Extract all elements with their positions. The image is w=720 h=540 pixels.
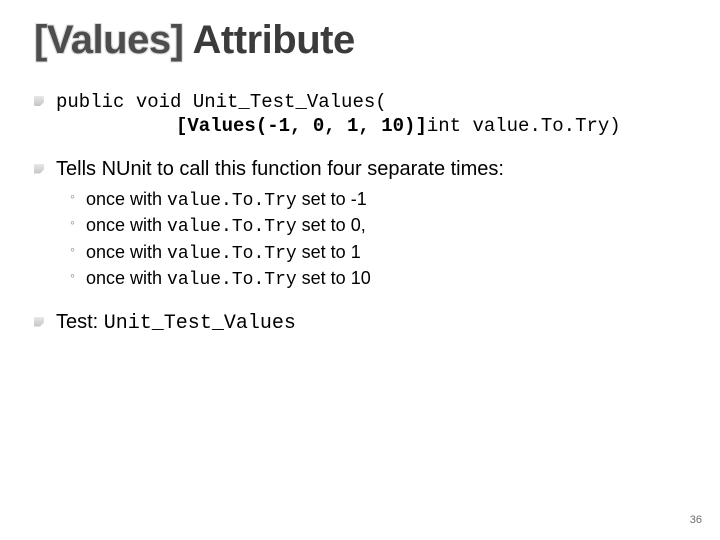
bullet-list: public void Unit_Test_Values( [Values(-1… — [34, 89, 686, 336]
code-line-2: [Values(-1, 0, 1, 10)]int value.To.Try) — [56, 115, 686, 139]
sub-mono: value.To.Try — [167, 270, 297, 290]
sub-post: set to 1 — [297, 242, 361, 262]
bullet-test-name: Test: Unit_Test_Values — [34, 310, 686, 336]
sub-post: set to -1 — [297, 189, 367, 209]
explanation-text: Tells NUnit to call this function four s… — [56, 158, 504, 180]
title-part-solid: Attribute — [193, 18, 355, 62]
code-line-1: public void Unit_Test_Values( — [56, 91, 387, 113]
code-values-attr: [Values(-1, 0, 1, 10)] — [176, 115, 427, 137]
sub-bullet-item: once with value.To.Try set to 10 — [70, 267, 686, 292]
sub-bullet-list: once with value.To.Try set to -1 once wi… — [70, 188, 686, 292]
sub-post: set to 10 — [297, 268, 371, 288]
sub-pre: once with — [86, 189, 167, 209]
slide-body: public void Unit_Test_Values( [Values(-1… — [34, 89, 686, 336]
sub-mono: value.To.Try — [167, 217, 297, 237]
test-label: Test: — [56, 311, 104, 333]
sub-pre: once with — [86, 215, 167, 235]
sub-mono: value.To.Try — [167, 244, 297, 264]
bullet-code-sample: public void Unit_Test_Values( [Values(-1… — [34, 89, 686, 139]
bullet-explanation: Tells NUnit to call this function four s… — [34, 157, 686, 292]
code-param-tail: int value.To.Try) — [427, 115, 621, 137]
slide: [Values] Attribute public void Unit_Test… — [0, 0, 720, 540]
page-number: 36 — [690, 514, 702, 526]
sub-bullet-item: once with value.To.Try set to 0, — [70, 214, 686, 239]
title-part-outline: [Values] — [34, 18, 183, 62]
slide-title: [Values] Attribute — [34, 18, 686, 63]
sub-post: set to 0, — [297, 215, 366, 235]
sub-mono: value.To.Try — [167, 191, 297, 211]
test-mono: Unit_Test_Values — [104, 312, 296, 335]
sub-bullet-item: once with value.To.Try set to -1 — [70, 188, 686, 213]
sub-bullet-item: once with value.To.Try set to 1 — [70, 241, 686, 266]
sub-pre: once with — [86, 268, 167, 288]
sub-pre: once with — [86, 242, 167, 262]
